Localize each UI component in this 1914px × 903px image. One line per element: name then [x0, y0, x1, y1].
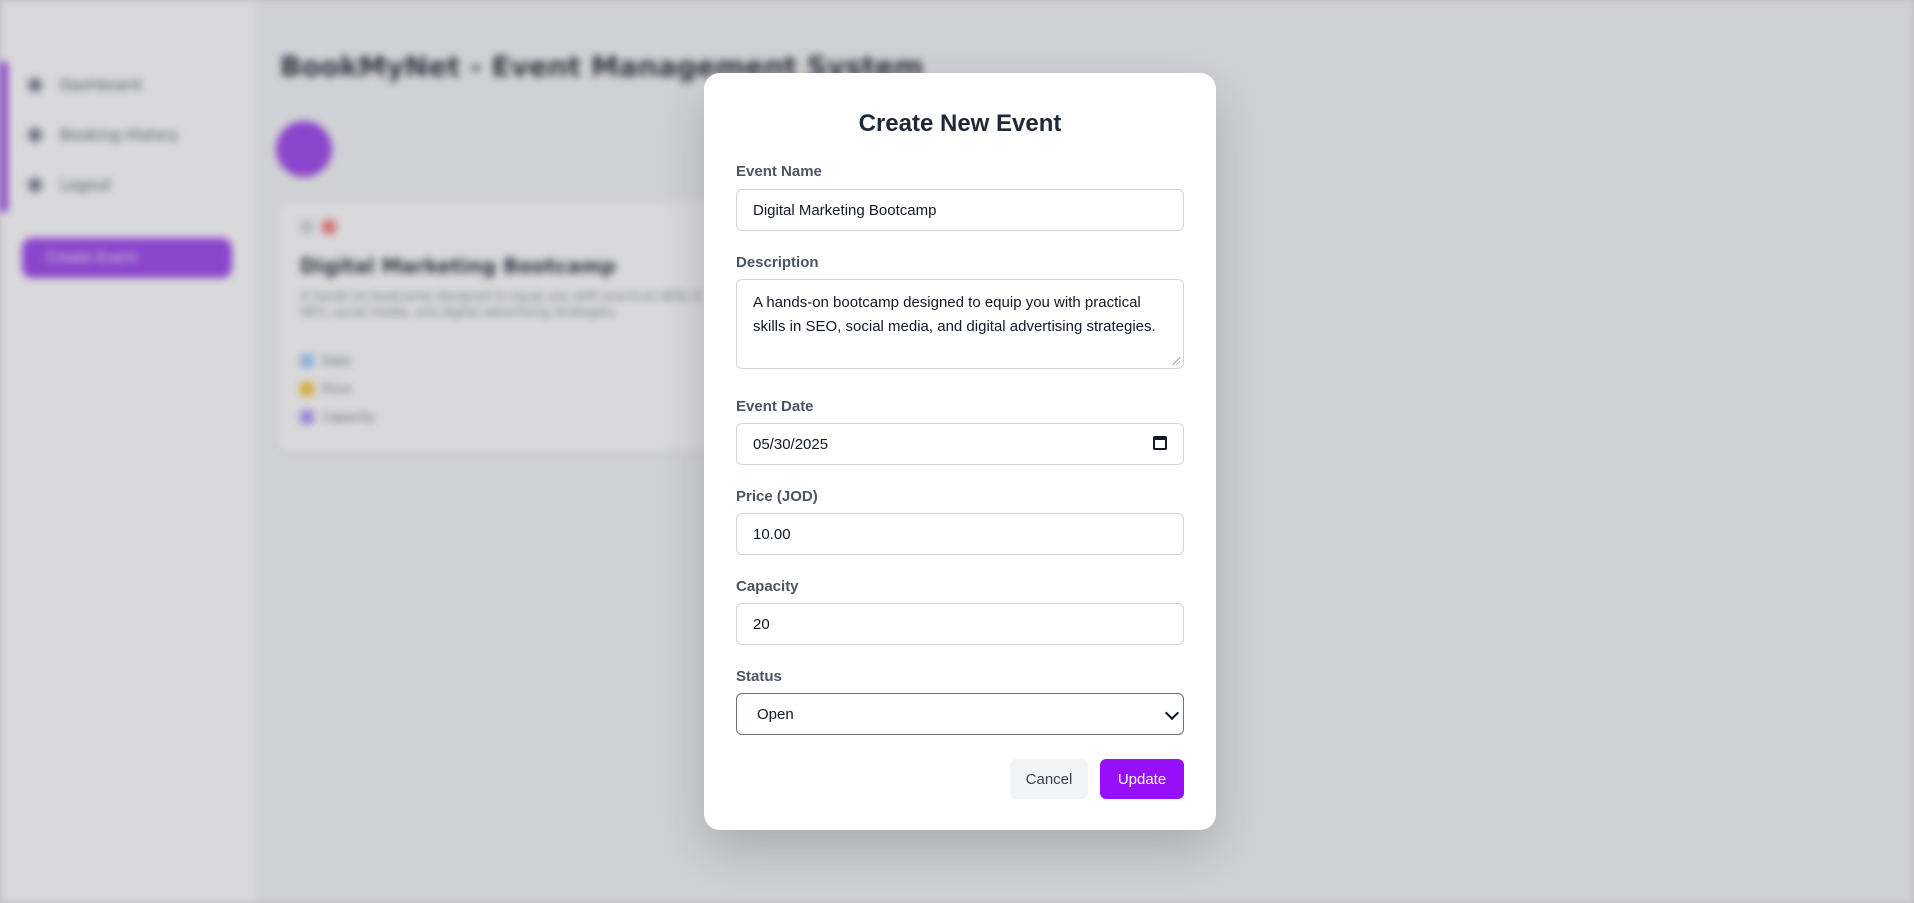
calendar-icon[interactable] [1153, 436, 1167, 450]
event-name-value: Digital Marketing Bootcamp [753, 201, 937, 219]
capacity-input[interactable]: 20 [736, 603, 1184, 645]
capacity-label: Capacity [736, 578, 799, 595]
update-button[interactable]: Update [1100, 759, 1184, 799]
price-input[interactable]: 10.00 [736, 513, 1184, 555]
event-date-label: Event Date [736, 398, 814, 415]
description-textarea[interactable]: A hands-on bootcamp designed to equip yo… [736, 279, 1184, 369]
cancel-button[interactable]: Cancel [1010, 759, 1088, 799]
create-event-modal: Create New Event Event Name Digital Mark… [704, 73, 1216, 830]
status-label: Status [736, 668, 782, 685]
capacity-value: 20 [753, 615, 770, 633]
event-date-input[interactable]: 05/30/2025 [736, 423, 1184, 465]
description-label: Description [736, 254, 819, 271]
status-select[interactable]: Open [736, 693, 1184, 735]
event-date-value: 05/30/2025 [753, 435, 829, 453]
event-name-input[interactable]: Digital Marketing Bootcamp [736, 189, 1184, 231]
modal-title: Create New Event [858, 110, 1062, 137]
description-value: A hands-on bootcamp designed to equip yo… [753, 294, 1156, 335]
status-value: Open [757, 705, 794, 723]
price-label: Price (JOD) [736, 488, 818, 505]
chevron-down-icon [1164, 705, 1180, 721]
resize-handle-icon[interactable] [1172, 357, 1180, 365]
price-value: 10.00 [753, 525, 791, 543]
event-name-label: Event Name [736, 163, 822, 180]
